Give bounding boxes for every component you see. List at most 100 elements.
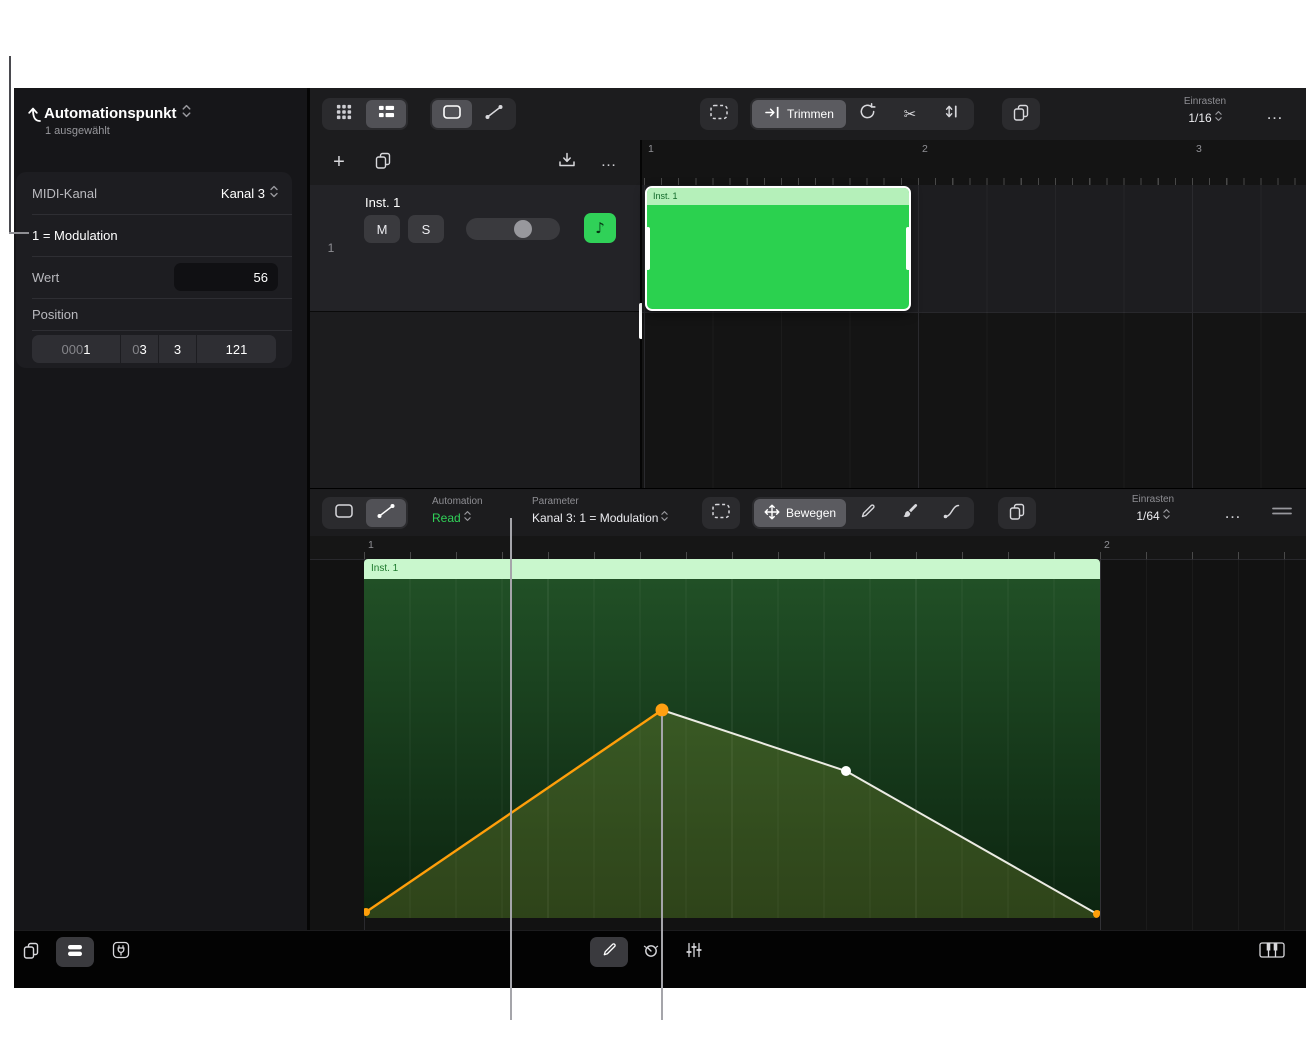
pencil-tool-button[interactable] — [848, 499, 888, 527]
snap-value: 1/64 — [1136, 509, 1159, 523]
solo-button[interactable]: S — [408, 215, 444, 243]
ruler-ticks — [364, 552, 1306, 559]
pencil-icon — [859, 502, 877, 525]
track-volume-slider[interactable] — [466, 218, 560, 240]
faders-icon — [685, 941, 703, 964]
grid-view-button[interactable] — [324, 100, 364, 128]
marquee-select-button[interactable] — [702, 497, 740, 529]
region-right-handle[interactable] — [906, 227, 910, 270]
bar-gridline — [918, 185, 919, 488]
mute-button[interactable]: M — [364, 215, 400, 243]
chevron-updown-icon — [270, 185, 278, 201]
track-list-header-row: + … — [310, 140, 640, 186]
edit-mode-button[interactable] — [590, 937, 628, 967]
midi-channel-row[interactable]: MIDI-Kanal Kanal 3 — [16, 172, 292, 214]
parameter-control[interactable]: Parameter Kanal 3: 1 = Modulation — [532, 496, 668, 527]
beat-gridlines — [1100, 559, 1306, 931]
more-button[interactable]: … — [1258, 98, 1292, 130]
import-button[interactable] — [552, 148, 582, 176]
logic-app-window: Automationspunkt 1 ausgewählt MIDI-Kanal… — [14, 88, 1306, 987]
velocity-button[interactable] — [932, 100, 972, 128]
import-tray-icon — [557, 151, 577, 174]
view-mode-segmented — [322, 98, 408, 130]
curve-tool-button[interactable] — [932, 499, 972, 527]
automation-mode-control[interactable]: Automation Read — [432, 496, 483, 527]
track-row[interactable]: 1 Inst. 1 M S ♪ — [310, 185, 640, 312]
duplicate-track-button[interactable] — [368, 148, 398, 176]
mixer-button[interactable] — [674, 937, 714, 967]
automation-ruler[interactable]: 1 2 — [310, 536, 1306, 560]
inspector-title-row[interactable]: Automationspunkt — [44, 104, 191, 122]
midi-channel-value: Kanal 3 — [221, 186, 265, 201]
move-icon — [764, 504, 780, 523]
paste-button[interactable] — [1002, 98, 1040, 130]
position-bar-segment[interactable]: 0001 — [32, 335, 120, 363]
paste-button[interactable] — [998, 497, 1036, 529]
move-tool-button[interactable]: Bewegen — [754, 499, 846, 527]
marquee-select-button[interactable] — [700, 98, 738, 130]
stacked-bars-icon — [66, 941, 84, 964]
automation-tool-segmented — [322, 497, 408, 529]
add-track-button[interactable]: + — [324, 148, 354, 176]
automation-curve-canvas[interactable] — [364, 579, 1100, 918]
position-tick-segment[interactable]: 121 — [196, 335, 276, 363]
instrument-button[interactable]: ♪ — [584, 213, 616, 243]
more-button[interactable]: … — [1216, 497, 1250, 529]
chevron-updown-icon — [464, 510, 471, 525]
position-label: Position — [32, 307, 278, 322]
track-list-view-button[interactable] — [366, 100, 406, 128]
automation-tool-button[interactable] — [474, 100, 514, 128]
move-tool-label: Bewegen — [786, 506, 836, 520]
marquee-select-icon — [709, 103, 729, 126]
parameter-row[interactable]: 1 = Modulation — [16, 214, 292, 256]
automation-point-inspector: MIDI-Kanal Kanal 3 1 = Modulation Wert 5… — [16, 172, 292, 368]
pointer-tool-button[interactable] — [432, 100, 472, 128]
trim-button[interactable]: Trimmen — [752, 100, 846, 128]
copy-pages-icon — [22, 941, 40, 964]
inspector-toggle-button[interactable] — [56, 937, 94, 967]
knob-icon — [642, 941, 660, 964]
ruler-bar-number: 2 — [922, 143, 928, 155]
duplicate-icon — [374, 151, 392, 174]
brush-tool-button[interactable] — [890, 499, 930, 527]
automation-point-selected[interactable] — [656, 704, 669, 717]
track-name: Inst. 1 — [365, 195, 400, 210]
loop-button[interactable] — [848, 100, 888, 128]
snap-control[interactable]: Einrasten 1/64 — [1110, 494, 1196, 525]
bottom-center-controls — [590, 937, 714, 967]
region-name: Inst. 1 — [647, 188, 909, 205]
snap-label: Einrasten — [1110, 494, 1196, 505]
midi-region[interactable]: Inst. 1 — [645, 186, 911, 311]
position-label-row: Position — [16, 298, 292, 330]
bar-ruler[interactable]: 1 2 3 — [642, 140, 1306, 186]
position-field[interactable]: 0001 03 3 121 — [32, 335, 276, 363]
position-beat-segment[interactable]: 03 — [120, 335, 158, 363]
slider-knob[interactable] — [514, 220, 532, 238]
snap-control[interactable]: Einrasten 1/16 — [1162, 96, 1248, 127]
track-more-button[interactable]: … — [594, 148, 624, 176]
automation-tool-button[interactable] — [366, 499, 406, 527]
region-browser-button[interactable] — [16, 937, 46, 967]
tracks-pane: Trimmen ✂ Einrasten — [310, 88, 1306, 488]
automation-point[interactable] — [841, 766, 851, 776]
track-number: 1 — [310, 185, 352, 311]
region-left-handle[interactable] — [646, 227, 650, 270]
drag-handle-icon — [1271, 504, 1293, 522]
automation-region[interactable]: Inst. 1 — [364, 559, 1100, 918]
track-list-icon — [378, 103, 395, 125]
bottom-bar — [14, 930, 1306, 988]
value-field[interactable]: 56 — [174, 263, 278, 291]
split-button[interactable]: ✂ — [890, 100, 930, 128]
region-name: Inst. 1 — [364, 559, 1100, 579]
parameter-label: Parameter — [532, 496, 668, 507]
tracks-timeline[interactable]: 1 2 3 Inst. 1 — [642, 140, 1306, 488]
cycle-icon — [858, 102, 877, 126]
position-division-segment[interactable]: 3 — [158, 335, 196, 363]
keyboard-play-surface-button[interactable] — [1250, 937, 1294, 967]
screenshot-page: Automationspunkt 1 ausgewählt MIDI-Kanal… — [0, 0, 1306, 1040]
pointer-tool-button[interactable] — [324, 499, 364, 527]
selected-parameter-label: 1 = Modulation — [32, 228, 118, 243]
pencil-icon — [601, 941, 618, 963]
pane-resize-handle[interactable] — [1262, 497, 1302, 529]
plugins-button[interactable] — [104, 937, 138, 967]
